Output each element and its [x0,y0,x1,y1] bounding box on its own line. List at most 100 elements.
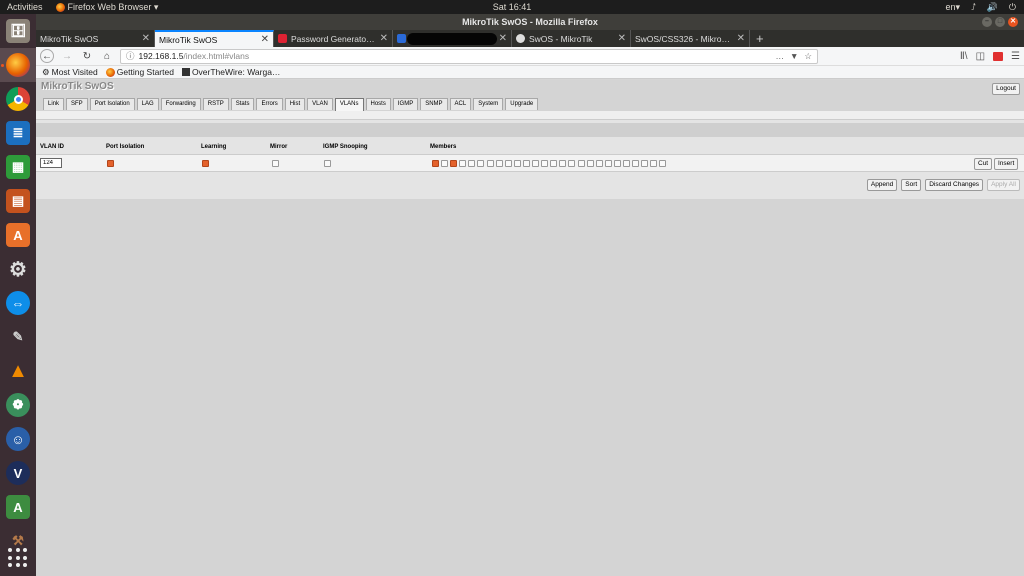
dock-web-app[interactable]: ❁ [0,388,36,422]
tab-rstp[interactable]: RSTP [202,98,229,110]
mirror-checkbox[interactable] [272,160,279,167]
bookmark-most-visited[interactable]: ⚙ Most Visited [42,67,98,78]
discard-changes-button[interactable]: Discard Changes [925,179,984,191]
reload-icon[interactable]: ↻ [80,49,94,63]
dock-gimp[interactable]: ✎ [0,320,36,354]
dock-android-studio[interactable]: A [0,490,36,524]
insert-button[interactable]: Insert [994,158,1019,170]
tab-acl[interactable]: ACL [449,98,472,110]
tab-close-icon[interactable]: ✕ [737,33,745,44]
member-port-checkbox[interactable] [441,160,449,167]
clock[interactable]: Sat 16:41 [493,2,532,12]
member-port-checkbox[interactable] [650,160,658,167]
browser-tab[interactable]: SwOS - MikroTik ✕ [512,30,631,47]
learning-checkbox[interactable] [202,160,209,167]
browser-tab[interactable]: Password Generator | La ✕ [274,30,393,47]
bookmark-getting-started[interactable]: Getting Started [105,67,174,77]
tab-close-icon[interactable]: ✕ [380,33,388,44]
member-port-checkbox[interactable] [559,160,567,167]
dock-impress[interactable]: ▤ [0,184,36,218]
member-port-checkbox[interactable] [568,160,576,167]
member-port-checkbox[interactable] [522,160,530,167]
member-port-checkbox[interactable] [577,160,585,167]
dock-calc[interactable]: ▦ [0,150,36,184]
forward-arrow-icon[interactable]: → [60,49,74,63]
sort-button[interactable]: Sort [901,179,922,191]
member-port-checkbox[interactable] [632,160,640,167]
member-port-checkbox[interactable] [513,160,521,167]
member-port-checkbox[interactable] [504,160,512,167]
cut-button[interactable]: Cut [974,158,993,170]
tab-hist[interactable]: Hist [284,98,306,110]
pocket-icon[interactable]: ▼ [790,51,798,62]
tab-lag[interactable]: LAG [136,98,159,110]
member-port-checkbox[interactable] [532,160,540,167]
member-port-checkbox[interactable] [641,160,649,167]
show-applications-icon[interactable] [8,548,28,568]
info-icon[interactable]: ⓘ [126,50,135,62]
tab-port-isolation[interactable]: Port Isolation [89,98,135,110]
member-port-checkbox[interactable] [550,160,558,167]
language-indicator[interactable]: en▾ [946,2,961,13]
extension-icon[interactable] [993,51,1004,61]
tab-vlans[interactable]: VLANs [334,98,364,111]
append-button[interactable]: Append [866,179,898,191]
hamburger-menu-icon[interactable]: ☰ [1011,51,1020,62]
browser-tab-active[interactable]: MikroTik SwOS ✕ [155,30,274,47]
app-menu[interactable]: Firefox Web Browser ▾ [55,2,158,13]
browser-tab-redacted[interactable]: ✕ [393,30,512,47]
dock-software[interactable]: A [0,218,36,252]
member-port-checkbox[interactable] [495,160,503,167]
window-titlebar[interactable]: MikroTik SwOS - Mozilla Firefox – □ ✕ [36,14,1024,30]
dock-writer[interactable]: ≣ [0,116,36,150]
home-icon[interactable]: ⌂ [100,49,114,63]
tab-upgrade[interactable]: Upgrade [505,98,539,110]
tab-hosts[interactable]: Hosts [365,98,391,110]
dock-chrome[interactable] [0,82,36,116]
dock-settings[interactable]: ⚙ [0,252,36,286]
bookmark-overthewire[interactable]: OverTheWire: Warga… [181,67,280,77]
minimize-icon[interactable]: – [982,17,992,27]
tab-sfp[interactable]: SFP [66,98,88,110]
bookmark-star-icon[interactable]: ☆ [804,51,812,62]
member-port-checkbox[interactable] [450,160,458,167]
apply-all-button[interactable]: Apply All [987,179,1020,191]
member-port-checkbox[interactable] [432,160,439,167]
tab-errors[interactable]: Errors [256,98,283,110]
logout-button[interactable]: Logout [992,83,1020,95]
back-arrow-icon[interactable]: ← [40,49,54,63]
url-bar[interactable]: ⓘ 192.168.1.5 /index.html#vlans … ▼ ☆ [120,48,818,64]
member-port-checkbox[interactable] [659,160,667,167]
member-port-checkbox[interactable] [468,160,476,167]
new-tab-icon[interactable]: + [750,30,770,47]
tab-close-icon[interactable]: ✕ [261,34,269,45]
library-icon[interactable]: Ⅱ\ [960,51,968,62]
system-tray[interactable]: en▾ ⭜ 🔊 ⏻ [946,2,1016,13]
power-icon[interactable]: ⏻ [1009,2,1016,13]
member-port-checkbox[interactable] [477,160,485,167]
browser-tab[interactable]: MikroTik SwOS ✕ [36,30,155,47]
dock-chat[interactable]: ☺ [0,422,36,456]
member-port-checkbox[interactable] [622,160,630,167]
dock-vlc[interactable]: ▲ [0,354,36,388]
member-port-checkbox[interactable] [541,160,549,167]
dock-files[interactable]: 🗄 [0,14,36,48]
sidebar-icon[interactable]: ◫ [976,51,985,62]
tab-vlan[interactable]: VLAN [307,98,333,110]
activities-button[interactable]: Activities [7,2,43,12]
tab-igmp[interactable]: IGMP [392,98,419,110]
dock-firefox[interactable] [0,48,36,82]
member-port-checkbox[interactable] [595,160,603,167]
close-icon[interactable]: ✕ [1008,17,1018,27]
port-isolation-checkbox[interactable] [107,160,114,167]
browser-tab[interactable]: SwOS/CSS326 - MikroTik Wi✕ [631,30,750,47]
vlan-id-input[interactable] [40,158,62,168]
dock-vim[interactable]: V [0,456,36,490]
member-port-checkbox[interactable] [486,160,494,167]
tab-link[interactable]: Link [43,98,65,110]
tab-stats[interactable]: Stats [230,98,255,110]
member-port-checkbox[interactable] [586,160,594,167]
volume-icon[interactable]: 🔊 [987,2,998,13]
tab-close-icon[interactable]: ✕ [618,33,626,44]
tab-forwarding[interactable]: Forwarding [160,98,201,110]
